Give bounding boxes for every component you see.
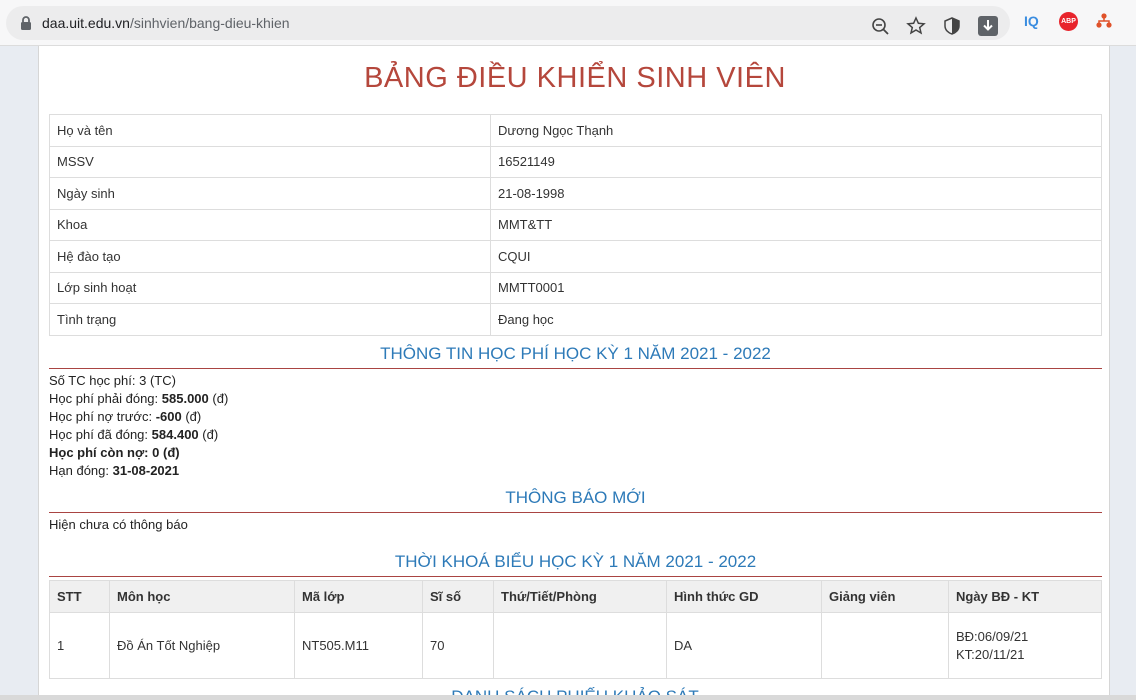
horizontal-scrollbar[interactable] — [0, 695, 1136, 700]
fee-info: Số TC học phí: 3 (TC) Học phí phải đóng:… — [49, 372, 228, 480]
profile-label: Họ và tên — [49, 114, 491, 147]
col-header: Hình thức GD — [666, 580, 822, 613]
fee-unit: (đ) — [163, 445, 180, 460]
page-title: BẢNG ĐIỀU KHIỂN SINH VIÊN — [364, 62, 786, 94]
page-margin-right — [1110, 46, 1136, 700]
schedule-table: STT Môn học Mã lớp Sĩ số Thứ/Tiết/Phòng … — [49, 580, 1102, 679]
fee-credits-value: 3 (TC) — [139, 373, 176, 388]
url-host: daa.uit.edu.vn — [42, 15, 130, 31]
fee-credits: Số TC học phí: 3 (TC) — [49, 372, 228, 390]
schedule-header-row: STT Môn học Mã lớp Sĩ số Thứ/Tiết/Phòng … — [49, 580, 1102, 613]
fee-paid-value: 584.400 — [151, 427, 199, 442]
start-date: BĐ:06/09/21 — [956, 628, 1029, 644]
browser-toolbar: daa.uit.edu.vn/sinhvien/bang-dieu-khien … — [0, 0, 1136, 46]
profile-row-program: Hệ đào tạo CQUI — [49, 240, 1102, 273]
cell-teaching-mode: DA — [666, 612, 822, 679]
fee-deadline-label: Hạn đóng: — [49, 463, 109, 478]
fee-payable-label: Học phí phải đóng: — [49, 391, 159, 406]
url-path: /sinhvien/bang-dieu-khien — [129, 15, 290, 31]
fee-credits-label: Số TC học phí: — [49, 373, 136, 388]
col-header: Mã lớp — [294, 580, 423, 613]
network-extension-icon[interactable] — [1095, 12, 1113, 30]
cell-course: Đồ Án Tốt Nghiệp — [109, 612, 295, 679]
fee-payable: Học phí phải đóng: 585.000 (đ) — [49, 390, 228, 408]
fee-unit: (đ) — [202, 427, 219, 442]
fee-previous-debt: Học phí nợ trước: -600 (đ) — [49, 408, 228, 426]
page-margin-left — [0, 46, 38, 700]
cell-lecturer — [821, 612, 949, 679]
profile-row-faculty: Khoa MMT&TT — [49, 208, 1102, 241]
profile-value: MMT&TT — [490, 208, 1102, 241]
col-header: STT — [49, 580, 110, 613]
fee-deadline: Hạn đóng: 31-08-2021 — [49, 462, 228, 480]
profile-row-class: Lớp sinh hoạt MMTT0001 — [49, 271, 1102, 304]
lock-icon[interactable] — [18, 15, 34, 31]
profile-value: 21-08-1998 — [490, 177, 1102, 210]
notice-text: Hiện chưa có thông báo — [49, 517, 188, 532]
profile-row-name: Họ và tên Dương Ngọc Thạnh — [49, 114, 1102, 147]
profile-label: Tình trạng — [49, 303, 491, 336]
end-date: KT:20/11/21 — [956, 646, 1025, 662]
profile-value: 16521149 — [490, 145, 1102, 178]
profile-value: CQUI — [490, 240, 1102, 273]
fee-remaining: Học phí còn nợ: 0 (đ) — [49, 444, 228, 462]
fee-section-heading: THÔNG TIN HỌC PHÍ HỌC KỲ 1 NĂM 2021 - 20… — [49, 344, 1102, 369]
profile-label: Khoa — [49, 208, 491, 241]
dashboard-content: BẢNG ĐIỀU KHIỂN SINH VIÊN Họ và tên Dương… — [38, 46, 1110, 700]
fee-previous-debt-label: Học phí nợ trước: — [49, 409, 153, 424]
cell-stt: 1 — [49, 612, 110, 679]
cell-time-room — [493, 612, 667, 679]
download-icon[interactable] — [978, 16, 998, 36]
address-bar[interactable]: daa.uit.edu.vn/sinhvien/bang-dieu-khien — [6, 6, 1010, 40]
profile-label: MSSV — [49, 145, 491, 178]
fee-paid-label: Học phí đã đóng: — [49, 427, 149, 442]
shield-icon[interactable] — [942, 16, 962, 36]
col-header: Môn học — [109, 580, 295, 613]
fee-remaining-label: Học phí còn nợ: — [49, 445, 149, 460]
fee-payable-value: 585.000 — [161, 391, 209, 406]
col-header: Giảng viên — [821, 580, 949, 613]
notice-section-heading: THÔNG BÁO MỚI — [49, 488, 1102, 513]
fee-unit: (đ) — [185, 409, 202, 424]
col-header: Sĩ số — [422, 580, 494, 613]
profile-label: Ngày sinh — [49, 177, 491, 210]
profile-value: Dương Ngọc Thạnh — [490, 114, 1102, 147]
bookmark-star-icon[interactable] — [906, 16, 926, 36]
profile-label: Lớp sinh hoạt — [49, 271, 491, 304]
table-row: 1 Đồ Án Tốt Nghiệp NT505.M11 70 DA BĐ:06… — [49, 612, 1102, 679]
cell-class-code: NT505.M11 — [294, 612, 423, 679]
profile-row-mssv: MSSV 16521149 — [49, 145, 1102, 178]
zoom-out-icon[interactable] — [870, 16, 890, 36]
fee-paid: Học phí đã đóng: 584.400 (đ) — [49, 426, 228, 444]
iq-extension-icon[interactable]: IQ — [1024, 12, 1042, 30]
profile-label: Hệ đào tạo — [49, 240, 491, 273]
col-header: Ngày BĐ - KT — [948, 580, 1102, 613]
adblock-extension-icon[interactable]: ABP — [1059, 12, 1078, 31]
cell-size: 70 — [422, 612, 494, 679]
fee-previous-debt-value: -600 — [155, 409, 182, 424]
url-text[interactable]: daa.uit.edu.vn/sinhvien/bang-dieu-khien — [42, 15, 290, 31]
profile-row-birthdate: Ngày sinh 21-08-1998 — [49, 177, 1102, 210]
profile-value: Đang học — [490, 303, 1102, 336]
fee-unit: (đ) — [212, 391, 229, 406]
col-header: Thứ/Tiết/Phòng — [493, 580, 667, 613]
profile-row-status: Tình trạng Đang học — [49, 303, 1102, 336]
fee-remaining-value: 0 — [152, 445, 160, 460]
profile-value: MMTT0001 — [490, 271, 1102, 304]
cell-dates: BĐ:06/09/21 KT:20/11/21 — [948, 612, 1102, 679]
fee-deadline-value: 31-08-2021 — [112, 463, 180, 478]
student-profile-table: Họ và tên Dương Ngọc Thạnh MSSV 16521149 N… — [49, 114, 1102, 336]
schedule-section-heading: THỜI KHOÁ BIỂU HỌC KỲ 1 NĂM 2021 - 2022 — [49, 552, 1102, 577]
